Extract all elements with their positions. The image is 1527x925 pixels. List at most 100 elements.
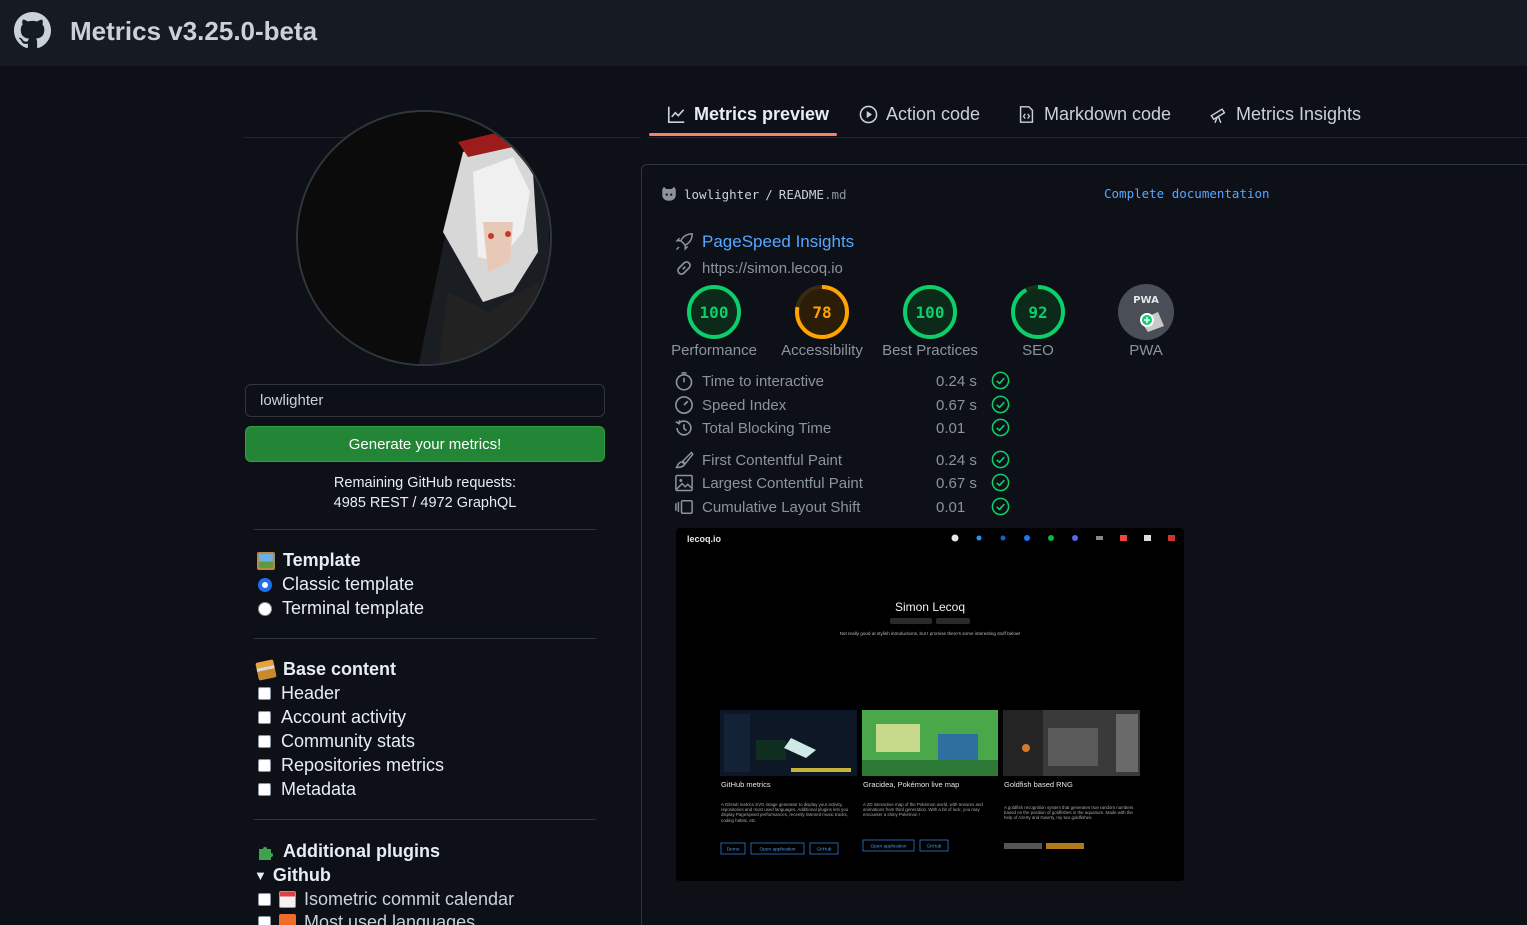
tab-label: Metrics preview <box>694 104 830 124</box>
pagespeed-url-text: https://simon.lecoq.io <box>702 259 843 277</box>
card-title: Gracidea, Pokémon live map <box>863 780 959 789</box>
card-desc-wrap: A goldfish recognition system that gener… <box>1004 805 1133 820</box>
repo-owner[interactable]: lowlighter <box>684 187 759 202</box>
card-button-label: Demo <box>727 847 740 853</box>
plugin-isometric-calendar[interactable]: Isometric commit calendar <box>258 889 514 910</box>
breadcrumb: lowlighter / README.md <box>660 185 847 203</box>
card-thumbnail-path <box>876 724 920 752</box>
card-title: GitHub metrics <box>721 780 771 789</box>
plugins-title-text: Additional plugins <box>283 841 440 861</box>
check-circle-icon <box>991 450 1010 469</box>
checkbox[interactable] <box>258 687 271 700</box>
template-option-label: Terminal template <box>282 598 425 618</box>
tab-label: Action code <box>886 104 981 124</box>
check-circle-icon <box>991 371 1010 390</box>
tab-markdown-code[interactable]: Markdown code <box>1017 104 1171 125</box>
file-name-wrap: README.md <box>779 187 847 202</box>
metric-label: First Contentful Paint <box>702 451 843 469</box>
avatar <box>296 110 552 366</box>
gauge-label: SEO <box>1022 342 1054 359</box>
site-stats-badges <box>890 618 970 624</box>
metric-value: 0.01 <box>936 498 966 516</box>
card-desc: A 2D interactive map of the Pokémon worl… <box>863 802 983 818</box>
checkbox[interactable] <box>258 711 271 724</box>
avatar-illustration <box>298 112 550 364</box>
base-option-header[interactable]: Header <box>258 683 340 704</box>
card-button-label: Open application <box>870 844 906 850</box>
base-option-account-activity[interactable]: Account activity <box>258 707 406 728</box>
app-title: Metrics v3.25.0-beta <box>70 16 318 46</box>
code-file-icon <box>1019 106 1034 123</box>
metric-value: 0.24 s <box>936 372 977 390</box>
template-option-classic[interactable]: Classic template <box>258 574 414 595</box>
checkbox[interactable] <box>258 735 271 748</box>
base-option-metadata[interactable]: Metadata <box>258 779 356 800</box>
plugin-group-github[interactable]: ▼ Github <box>254 865 331 886</box>
layers-icon <box>675 500 693 514</box>
card-desc-wrap: A GitHub metrics SVG image generator to … <box>721 802 849 823</box>
card-thumbnail-trees <box>862 760 998 776</box>
history-icon <box>675 420 692 436</box>
site-name: Simon Lecoq <box>895 600 965 614</box>
radio-classic[interactable] <box>258 577 272 592</box>
checkbox[interactable] <box>258 783 271 796</box>
base-option-label: Metadata <box>281 779 357 799</box>
puzzle-piece-icon <box>259 846 273 860</box>
image-icon <box>675 474 693 492</box>
template-section-title: Template <box>257 550 361 571</box>
gauge-label: Performance <box>671 342 757 359</box>
card-thumbnail-water <box>938 734 978 760</box>
card-desc-wrap: A 2D interactive map of the Pokémon worl… <box>863 802 983 818</box>
card-thumbnail-window <box>1116 714 1138 772</box>
base-option-community-stats[interactable]: Community stats <box>258 731 415 752</box>
play-icon <box>859 105 878 124</box>
base-option-repositories-metrics[interactable]: Repositories metrics <box>258 755 444 776</box>
tab-action-code[interactable]: Action code <box>859 104 980 125</box>
pagespeed-title-text[interactable]: PageSpeed Insights <box>702 232 854 252</box>
active-tab-indicator <box>649 133 837 136</box>
tab-metrics-preview[interactable]: Metrics preview <box>667 104 829 125</box>
radio-terminal[interactable] <box>258 601 272 616</box>
template-option-terminal[interactable]: Terminal template <box>258 598 424 619</box>
tabs-divider <box>649 137 1527 138</box>
card-button-label: Open application <box>759 847 795 853</box>
speedometer-icon <box>675 396 693 414</box>
metric-value: 0.67 s <box>936 396 977 414</box>
checkbox[interactable] <box>258 893 271 906</box>
generate-metrics-button[interactable]: Generate your metrics! <box>245 426 605 462</box>
plugin-most-used-languages[interactable]: Most used languages <box>258 912 475 925</box>
gauge-label: Accessibility <box>781 342 863 359</box>
calendar-icon <box>279 891 296 908</box>
octocat-icon <box>662 186 676 201</box>
sidebar-divider <box>254 529 596 530</box>
pagespeed-title: PageSpeed Insights <box>674 232 854 252</box>
github-logo-icon[interactable] <box>14 12 51 49</box>
plugin-group-label: Github <box>272 865 331 885</box>
checkbox[interactable] <box>258 759 271 772</box>
card-thumbnail-chart <box>756 740 786 760</box>
metric-row: Total Blocking Time 0.01 <box>674 418 1024 438</box>
base-option-label: Header <box>281 683 341 703</box>
complete-documentation-link[interactable]: Complete documentation <box>1104 186 1270 201</box>
checkbox[interactable] <box>258 916 271 925</box>
paintbrush-icon <box>675 451 694 469</box>
accessibility-gauge: 78 <box>795 285 849 339</box>
card-desc: A GitHub metrics SVG image generator to … <box>721 802 849 823</box>
card-title: Goldfish based RNG <box>1004 780 1073 789</box>
disclosure-triangle-icon[interactable]: ▼ <box>254 868 267 883</box>
books-icon <box>255 658 277 681</box>
username-input[interactable] <box>245 384 605 417</box>
tab-label: Metrics Insights <box>1236 104 1362 124</box>
language-icon <box>279 914 296 925</box>
template-title-text: Template <box>283 550 361 570</box>
card-button-label: GitHub <box>817 847 832 853</box>
performance-gauge: 100 <box>687 285 741 339</box>
tab-metrics-insights[interactable]: Metrics Insights <box>1209 104 1361 125</box>
metric-row: Speed Index 0.67 s <box>674 395 1024 415</box>
sidebar-divider <box>254 638 596 639</box>
gauge-value: 92 <box>1028 303 1047 322</box>
sidebar-divider <box>254 819 596 820</box>
pagespeed-url: https://simon.lecoq.io <box>674 258 843 278</box>
telescope-icon <box>1210 108 1226 124</box>
best-practices-gauge: 100 <box>903 285 957 339</box>
